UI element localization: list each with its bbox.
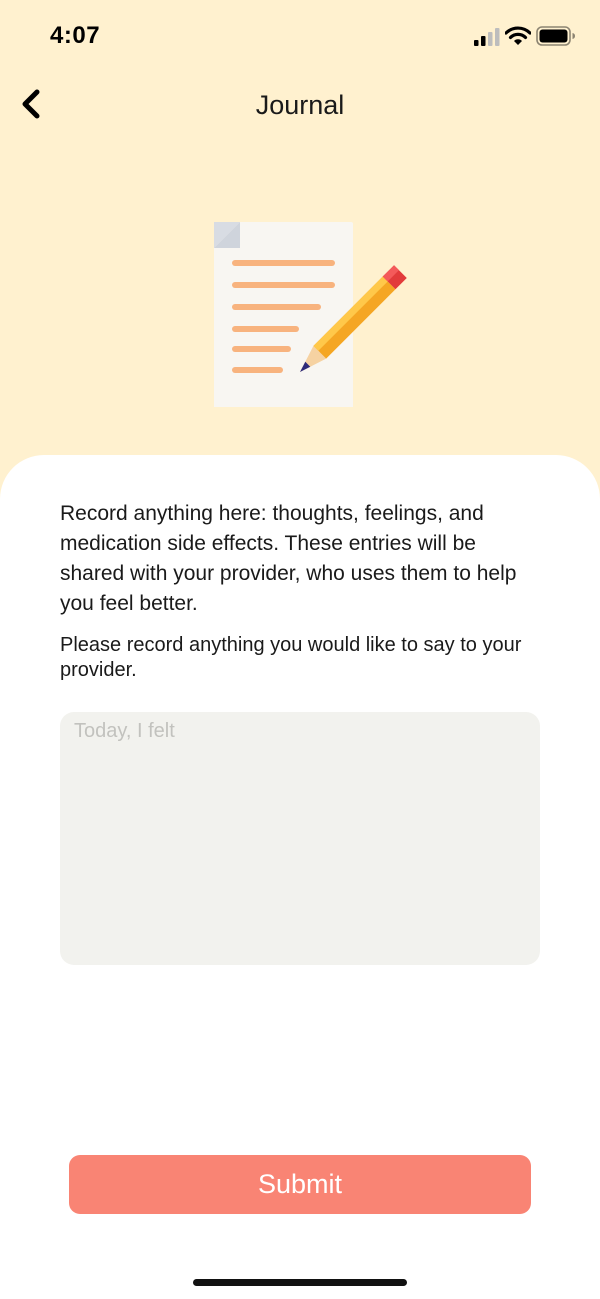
journal-entry-input[interactable] [60, 712, 540, 965]
status-time: 4:07 [50, 22, 101, 49]
wifi-icon [505, 26, 531, 45]
prompt-text: Please record anything you would like to… [60, 634, 522, 681]
content-card: Record anything here: thoughts, feelings… [0, 455, 600, 1299]
intro-text: Record anything here: thoughts, feelings… [60, 502, 517, 615]
status-bar: 4:07 [0, 0, 600, 72]
document-pencil-illustration [214, 222, 407, 407]
nav-bar: Journal [0, 72, 600, 142]
cellular-signal-icon [474, 28, 500, 46]
home-indicator [193, 1279, 407, 1286]
document-icon [214, 222, 353, 407]
battery-icon [536, 26, 575, 46]
submit-button[interactable]: Submit [69, 1155, 531, 1214]
page-title: Journal [255, 90, 345, 120]
